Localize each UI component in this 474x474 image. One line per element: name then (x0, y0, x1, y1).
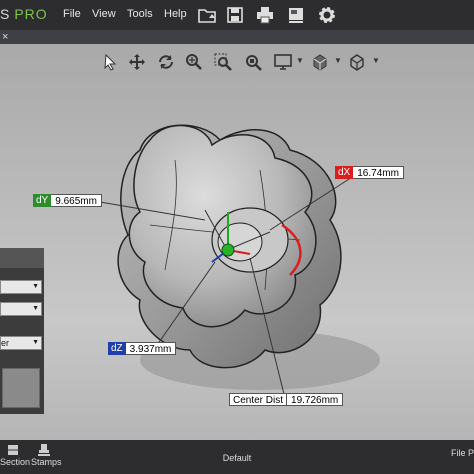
menu-view[interactable]: View (92, 8, 116, 20)
menu-tools[interactable]: Tools (127, 8, 153, 20)
close-tab-button[interactable]: × (2, 30, 8, 44)
dx-value: 16.74mm (353, 166, 404, 179)
print-icon[interactable] (254, 4, 276, 26)
document-tab-strip: × (0, 30, 474, 44)
dy-measurement: dY 9.665mm (33, 194, 102, 207)
menu-help[interactable]: Help (164, 8, 187, 20)
dropdown-3[interactable]: er ▼ (0, 336, 42, 350)
center-dist-key: Center Dist (229, 393, 288, 406)
dy-key: dY (33, 194, 52, 207)
3d-viewport[interactable]: ▼ ▼ ▼ dX 16.74mm dY 9.665mm dZ 3.937mm C… (0, 44, 474, 440)
bottom-bar: Section Stamps Default File P (0, 440, 474, 474)
chevron-down-icon: ▼ (32, 305, 39, 312)
knob-model (99, 124, 380, 399)
left-panel: ▼ ▼ er ▼ (0, 248, 44, 414)
dropdown-1[interactable]: ▼ (0, 280, 42, 294)
menu-file[interactable]: File (63, 8, 81, 20)
menu-bar: S PRO File View Tools Help (0, 0, 474, 30)
preview-box (2, 368, 40, 408)
app-logo: S PRO (0, 6, 48, 22)
center-distance-measurement: Center Dist 19.726mm (229, 393, 344, 406)
open-folder-icon[interactable] (196, 4, 218, 26)
screenshot-icon[interactable] (285, 4, 307, 26)
dx-key: dX (335, 166, 354, 179)
chevron-down-icon: ▼ (32, 339, 39, 346)
dz-key: dZ (108, 342, 126, 355)
dx-measurement: dX 16.74mm (335, 166, 404, 179)
chevron-down-icon: ▼ (32, 283, 39, 290)
left-panel-header (0, 248, 44, 268)
dropdown-2[interactable]: ▼ (0, 302, 42, 316)
dz-measurement: dZ 3.937mm (108, 342, 177, 355)
file-properties-button[interactable]: File P (451, 448, 474, 458)
dz-value: 3.937mm (125, 342, 177, 355)
center-dist-value: 19.726mm (287, 393, 344, 406)
default-config-label: Default (222, 453, 252, 463)
dy-value: 9.665mm (51, 194, 102, 207)
settings-icon[interactable] (316, 4, 338, 26)
save-icon[interactable] (224, 4, 246, 26)
